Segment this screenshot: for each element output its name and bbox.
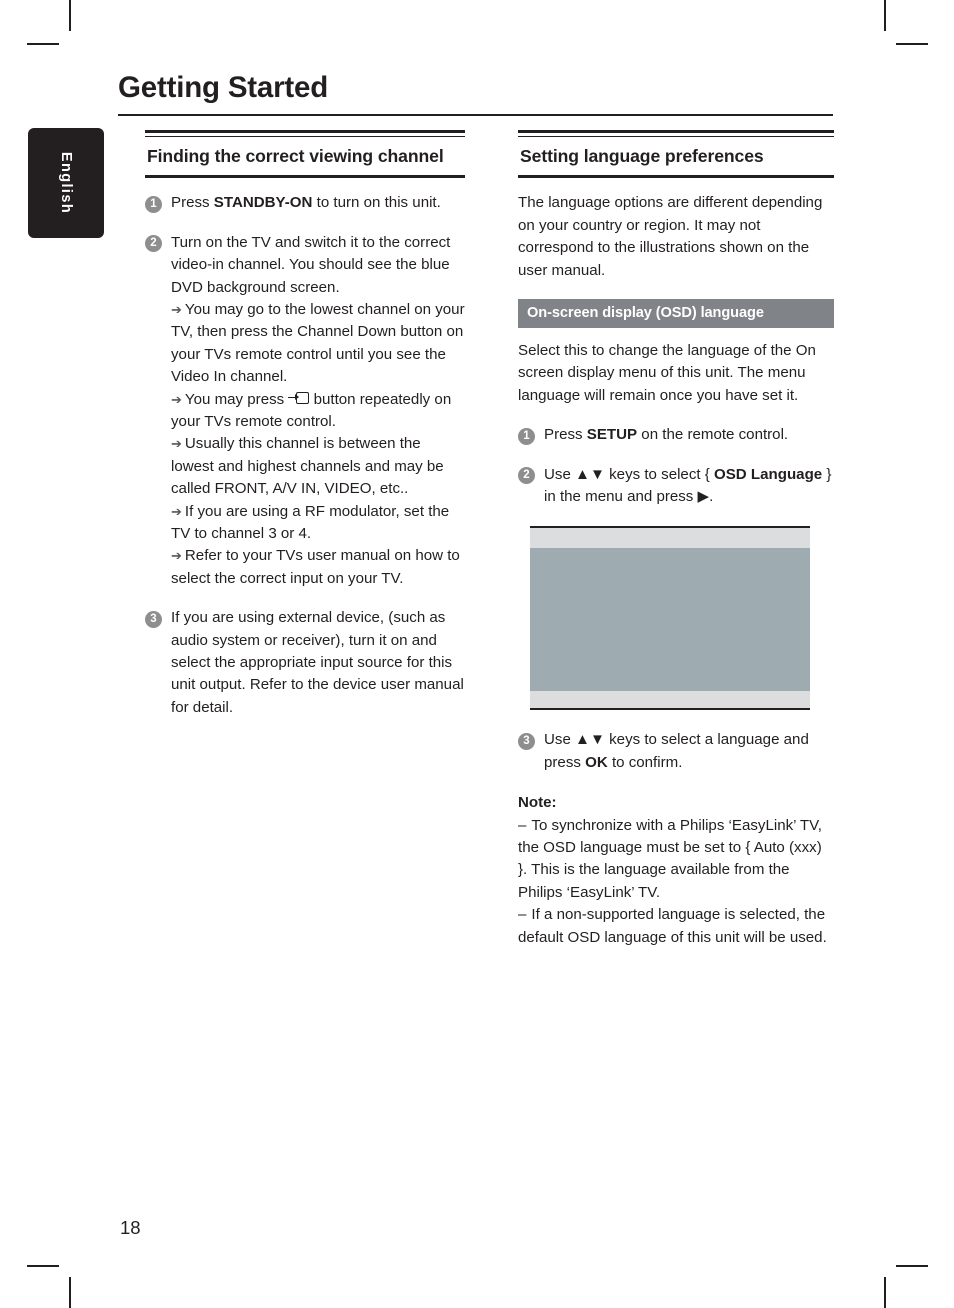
crop-mark-top-right-horizontal	[896, 43, 928, 45]
step-keyword-standby-on: STANDBY-ON	[213, 194, 313, 212]
left-column: Finding the correct viewing channel 1 Pr…	[145, 130, 465, 736]
step-text: Turn on the TV and switch it to the corr…	[171, 233, 451, 296]
crop-mark-bottom-left-horizontal	[27, 1265, 59, 1267]
heading-rule-thick-bottom	[518, 174, 834, 179]
right-step-2: 2 Use ▲▼ keys to select { OSD Language }…	[518, 464, 834, 509]
sub-bullet-4: ➔ If you are using a RF modulator, set th…	[171, 501, 465, 546]
left-section-title: Finding the correct viewing channel	[147, 145, 444, 166]
sub-bullet-text: Refer to your TVs user manual on how to …	[171, 547, 460, 587]
note-heading: Note:	[518, 794, 557, 812]
step-text-part3: to confirm.	[607, 753, 683, 771]
step-text-part2: keys to select {	[604, 465, 714, 483]
crop-mark-top-left-horizontal	[27, 43, 59, 45]
step-text-before: Press	[171, 194, 214, 212]
note-block: – To synchronize with a Philips ‘EasyLink…	[518, 815, 834, 949]
crop-mark-bottom-right-vertical	[884, 1277, 886, 1308]
dash-bullet-icon: –	[518, 816, 527, 834]
menu-item-osd-language: OSD Language	[714, 465, 823, 483]
heading-rule-thick-bottom	[145, 174, 465, 179]
left-step-3: 3 If you are using external device, (suc…	[145, 607, 465, 719]
up-down-keys-icon: ▲▼	[575, 731, 605, 749]
step-keyword-setup: SETUP	[586, 426, 638, 444]
step-number-badge: 1	[145, 195, 162, 213]
step-text-after: to turn on this unit.	[312, 194, 441, 212]
arrow-bullet-icon: ➔	[171, 436, 182, 452]
tv-input-source-icon	[288, 391, 310, 405]
note-text: If a non-supported language is selected,…	[518, 906, 827, 946]
arrow-bullet-icon: ➔	[171, 301, 182, 317]
note-item-2: – If a non-supported language is selected…	[518, 904, 834, 949]
sub-bullet-text: If you are using a RF modulator, set the…	[171, 502, 450, 543]
step-text: Press SETUP on the remote control.	[544, 424, 834, 446]
step-number-badge: 3	[145, 610, 162, 628]
language-intro-paragraph: The language options are different depen…	[518, 194, 823, 279]
figure-band-top	[530, 528, 810, 549]
step-text: Use ▲▼ keys to select a language and pre…	[544, 729, 834, 774]
step-number-badge: 2	[145, 235, 162, 253]
left-step-1: 1 Press STANDBY-ON to turn on this unit.	[145, 192, 465, 214]
step-number-badge: 1	[518, 427, 535, 445]
title-divider	[118, 114, 833, 117]
crop-mark-top-left-vertical	[69, 0, 71, 31]
step-number-badge: 2	[518, 467, 535, 485]
right-step-1: 1 Press SETUP on the remote control.	[518, 424, 834, 446]
right-column: Setting language preferences The languag…	[518, 130, 834, 949]
crop-mark-top-right-vertical	[884, 0, 886, 31]
up-down-keys-icon: ▲▼	[575, 465, 605, 483]
step-text-part1: Use	[544, 465, 576, 483]
right-section-title: Setting language preferences	[520, 145, 764, 166]
page-number: 18	[120, 1217, 141, 1238]
step-text: Use ▲▼ keys to select { OSD Language } i…	[544, 464, 834, 509]
step-text-after: on the remote control.	[637, 426, 789, 444]
crop-mark-bottom-right-horizontal	[896, 1265, 928, 1267]
arrow-bullet-icon: ➔	[171, 548, 182, 564]
osd-menu-screenshot-figure	[530, 526, 810, 711]
step-text-part1: Use	[544, 731, 576, 749]
step-text-before: Press	[544, 426, 587, 444]
figure-band-bottom	[530, 691, 810, 709]
language-tab-label: English	[58, 151, 74, 215]
right-section-heading: Setting language preferences	[518, 130, 834, 179]
dash-bullet-icon: –	[518, 906, 527, 924]
sub-bullet-text-prefix: You may press	[184, 390, 289, 408]
crop-mark-bottom-left-vertical	[69, 1277, 71, 1308]
step-number-badge: 3	[518, 732, 535, 750]
heading-rule-thick-top	[145, 130, 465, 134]
left-step-2: 2 Turn on the TV and switch it to the co…	[145, 232, 465, 591]
sub-bullet-5: ➔ Refer to your TVs user manual on how to…	[171, 545, 465, 590]
step-text-part4: .	[709, 488, 714, 506]
button-label-ok: OK	[585, 753, 608, 771]
sub-bullet-3: ➔ Usually this channel is between the low…	[171, 433, 465, 500]
sub-bullet-2: ➔ You may press button repeatedly on your…	[171, 389, 465, 434]
arrow-bullet-icon: ➔	[171, 503, 182, 519]
right-arrow-key-icon: ▶	[697, 488, 710, 506]
page-title: Getting Started	[118, 71, 329, 104]
note-item-1: – To synchronize with a Philips ‘EasyLink…	[518, 815, 834, 905]
note-text: To synchronize with a Philips ‘EasyLink’…	[518, 816, 822, 901]
heading-rule-thick-top	[518, 130, 834, 134]
sub-bullet-text: Usually this channel is between the lowe…	[171, 435, 444, 498]
sub-bullet-1: ➔ You may go to the lowest channel on you…	[171, 299, 465, 389]
osd-language-banner: On-screen display (OSD) language	[518, 298, 834, 328]
sub-bullet-text: You may go to the lowest channel on your…	[171, 300, 465, 386]
step-text: If you are using external device, (such …	[171, 609, 464, 716]
left-section-heading: Finding the correct viewing channel	[145, 130, 465, 179]
osd-language-description: Select this to change the language of th…	[518, 341, 816, 404]
manual-page: English Getting Started Finding the corr…	[0, 0, 954, 1308]
figure-screen-area	[530, 548, 810, 692]
right-step-3: 3 Use ▲▼ keys to select a language and p…	[518, 729, 834, 774]
arrow-bullet-icon: ➔	[171, 391, 182, 407]
step-text: Press STANDBY-ON to turn on this unit.	[171, 192, 465, 214]
language-tab: English	[28, 128, 104, 238]
